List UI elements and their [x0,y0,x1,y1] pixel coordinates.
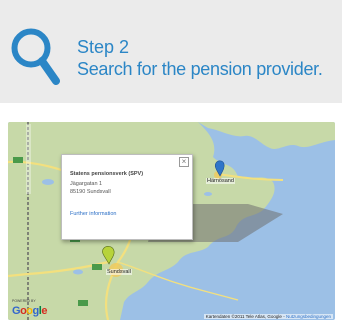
google-logo-letter: e [41,305,47,317]
step-description: Search for the pension provider. [77,59,323,79]
info-popup: × Statens pensionsverk (SPV) Jägargatan … [61,154,193,240]
road-shield [92,264,102,270]
lake [73,269,83,275]
city-label-sundsvall: Sundsvall [106,269,132,275]
road-shield [13,157,23,163]
google-logo-letter: G [12,305,21,317]
map-attribution: Kartendaten ©2011 Tele Atlas, Google - N… [203,314,333,319]
map[interactable]: × Statens pensionsverk (SPV) Jägargatan … [8,122,335,320]
close-icon[interactable]: × [179,157,189,167]
search-icon [11,28,60,85]
step-header: Step 2 Search for the pension provider. [0,0,342,103]
road-shield [78,300,88,306]
lake [42,179,54,185]
step-title: Step 2 [77,37,130,57]
popup-address-line2: 85190 Sundsvall [70,189,111,195]
further-information-link[interactable]: Further information [70,211,116,217]
popup-title: Statens pensionsverk (SPV) [70,171,144,177]
city-label-harnosand: Härnösand [206,178,235,184]
powered-by-label: POWERED BY [12,299,36,303]
popup-address-line1: Jägargatan 1 [70,181,103,187]
zoom-slider[interactable] [26,124,31,194]
terms-link[interactable]: Nutzungsbedingungen [286,314,331,319]
lake [204,192,212,196]
google-logo[interactable]: Google [12,305,47,317]
